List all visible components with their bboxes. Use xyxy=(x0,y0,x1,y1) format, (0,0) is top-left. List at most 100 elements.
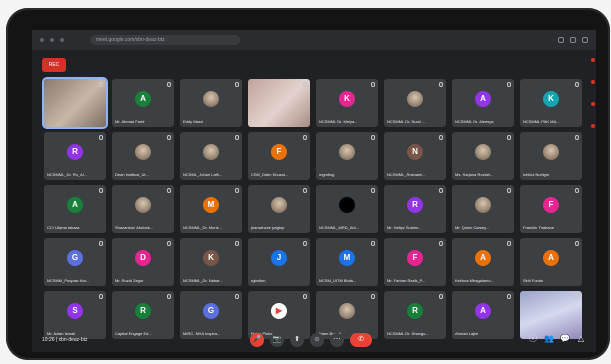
avatar-initial: D xyxy=(135,250,151,266)
participant-name: NCSMML_Dr. Nabar... xyxy=(183,278,223,283)
mic-muted-icon xyxy=(371,135,375,140)
participant-tile[interactable]: R NCSMML_Dr. Ru_Ai... xyxy=(44,132,106,180)
participant-tile[interactable]: N NCSMML_Rosnaini... xyxy=(384,132,446,180)
participant-tile[interactable]: D Mr. Ruzid Zegor xyxy=(112,238,174,286)
participant-tile[interactable]: mgmtlog xyxy=(316,132,378,180)
mic-muted-icon xyxy=(371,241,375,246)
participant-tile[interactable]: jeanwinzee pagtop xyxy=(248,185,310,233)
camera-button[interactable]: 📷 xyxy=(270,333,284,347)
end-call-button[interactable]: ✆ xyxy=(350,333,372,347)
avatar-initial: R xyxy=(135,303,151,319)
present-button[interactable]: ⬆ xyxy=(290,333,304,347)
chat-icon[interactable]: 💬 xyxy=(560,334,570,344)
participant-name: Franklin Thabane xyxy=(523,225,555,230)
info-icon[interactable]: ⓘ xyxy=(528,334,538,344)
participant-tile[interactable]: F Franklin Thabane xyxy=(520,185,582,233)
mic-muted-icon xyxy=(507,82,511,87)
mic-muted-icon xyxy=(167,241,171,246)
people-icon[interactable]: 👥 xyxy=(544,334,554,344)
participant-name: Mr. Ruzid Zegor xyxy=(115,278,144,283)
avatar xyxy=(339,197,355,213)
participant-name: NCSMM_Puspaw Nur... xyxy=(47,278,90,283)
participant-tile[interactable]: K NCSMML_Dr. Nabar... xyxy=(180,238,242,286)
participant-tile[interactable]: Mr. Quinn Carsey... xyxy=(452,185,514,233)
participant-tile[interactable]: A Siriti Fonds xyxy=(520,238,582,286)
avatar xyxy=(475,144,491,160)
indicator-dot xyxy=(591,58,595,62)
menu-icon[interactable] xyxy=(582,37,588,43)
avatar xyxy=(339,144,355,160)
reload-icon[interactable] xyxy=(60,38,64,42)
extension-icon[interactable] xyxy=(558,37,564,43)
participant-tile[interactable]: Dean Institusi_Ut... xyxy=(112,132,174,180)
call-controls: 🎤 📷 ⬆ ☺ ⋯ ✆ xyxy=(250,333,372,347)
participant-tile[interactable]: Ichikul Norligm xyxy=(520,132,582,180)
participant-tile[interactable]: K NCSMML Dr. Meiya... xyxy=(316,79,378,127)
participant-tile[interactable]: NCSML_Johan Latfi... xyxy=(180,132,242,180)
participant-tile[interactable]: M NCSMML_Dr. Munir... xyxy=(180,185,242,233)
mic-muted-icon xyxy=(303,294,307,299)
tablet-frame: meet.google.com/xbn-deaz-btz REC A Mr. Ah… xyxy=(6,8,610,360)
avatar-initial: M xyxy=(203,197,219,213)
participant-name: CCI Utama takaaz xyxy=(47,225,80,230)
participant-tile[interactable]: A CCI Utama takaaz xyxy=(44,185,106,233)
address-bar[interactable]: meet.google.com/xbn-deaz-btz xyxy=(90,35,240,45)
participant-name: rgtmlbm xyxy=(251,278,266,283)
participant-tile[interactable]: K NCSMML PAK MA... xyxy=(520,79,582,127)
avatar-initial: F xyxy=(407,250,423,266)
participant-name: NCSMML_Dr. Munir... xyxy=(183,225,222,230)
participant-tile[interactable]: R Mr. Hafiyz Sulaim... xyxy=(384,185,446,233)
avatar xyxy=(135,197,151,213)
mic-muted-icon xyxy=(575,241,579,246)
mic-muted-icon xyxy=(99,135,103,140)
participant-tile[interactable]: Jrgtmlbm xyxy=(248,238,310,286)
participant-tile[interactable]: Eddy Masri xyxy=(180,79,242,127)
avatar-initial: A xyxy=(543,250,559,266)
forward-icon[interactable] xyxy=(50,38,54,42)
participant-name: Ichikul Norligm xyxy=(523,172,550,177)
mic-muted-icon xyxy=(235,241,239,246)
participant-name: NCSMML Dr. Aleesya xyxy=(455,119,494,124)
participant-tile[interactable]: NCSMML Dr. Nurul ... xyxy=(384,79,446,127)
participant-tile[interactable]: A Kekhua Mhagalamo... xyxy=(452,238,514,286)
participant-tile[interactable] xyxy=(42,77,108,129)
avatar-initial: A xyxy=(475,250,491,266)
participant-tile[interactable]: F CSM_Datin Khuzai... xyxy=(248,132,310,180)
avatar-initial: A xyxy=(475,91,491,107)
mic-muted-icon xyxy=(575,188,579,193)
indicator-dot xyxy=(591,102,595,106)
participant-name: Mr. Quinn Carsey... xyxy=(455,225,490,230)
participant-tile[interactable]: NCSMML_MRD_Ahi... xyxy=(316,185,378,233)
participant-name: NCSM_UITM Bhds... xyxy=(319,278,357,283)
more-options-button[interactable]: ⋯ xyxy=(330,333,344,347)
participant-tile[interactable]: G NCSMM_Puspaw Nur... xyxy=(44,238,106,286)
avatar-initial: R xyxy=(407,303,423,319)
participant-tile[interactable]: Ms. Sarjana Roziah... xyxy=(452,132,514,180)
avatar xyxy=(475,197,491,213)
activities-icon[interactable]: △ xyxy=(576,334,586,344)
participant-name: Kekhua Mhagalamo... xyxy=(455,278,494,283)
reactions-button[interactable]: ☺ xyxy=(310,333,324,347)
participant-name: CSM_Datin Khuzai... xyxy=(251,172,289,177)
profile-icon[interactable] xyxy=(570,37,576,43)
mic-muted-icon xyxy=(439,135,443,140)
back-icon[interactable] xyxy=(40,38,44,42)
participant-name: Siriti Fonds xyxy=(523,278,544,283)
participant-tile[interactable]: Shazanbun Abubak... xyxy=(112,185,174,233)
avatar-initial: K xyxy=(543,91,559,107)
mic-muted-icon xyxy=(235,82,239,87)
participant-tile[interactable]: A NCSMML Dr. Aleesya xyxy=(452,79,514,127)
mic-muted-icon xyxy=(439,241,443,246)
mic-muted-icon xyxy=(575,294,579,299)
participant-name: NCSMML_Rosnaini... xyxy=(387,172,426,177)
participant-tile[interactable]: M NCSM_UITM Bhds... xyxy=(316,238,378,286)
mic-muted-icon xyxy=(439,294,443,299)
participant-tile[interactable]: A Mr. Ahmad Farid xyxy=(112,79,174,127)
participant-tile[interactable]: F Mr. Farhan Razik_P... xyxy=(384,238,446,286)
avatar-initial: A xyxy=(67,197,83,213)
mic-muted-icon xyxy=(99,294,103,299)
participant-tile[interactable] xyxy=(248,79,310,127)
mic-button[interactable]: 🎤 xyxy=(250,333,264,347)
participant-name: NCSML_Johan Latfi... xyxy=(183,172,223,177)
participant-name: Mr. Farhan Razik_P... xyxy=(387,278,426,283)
